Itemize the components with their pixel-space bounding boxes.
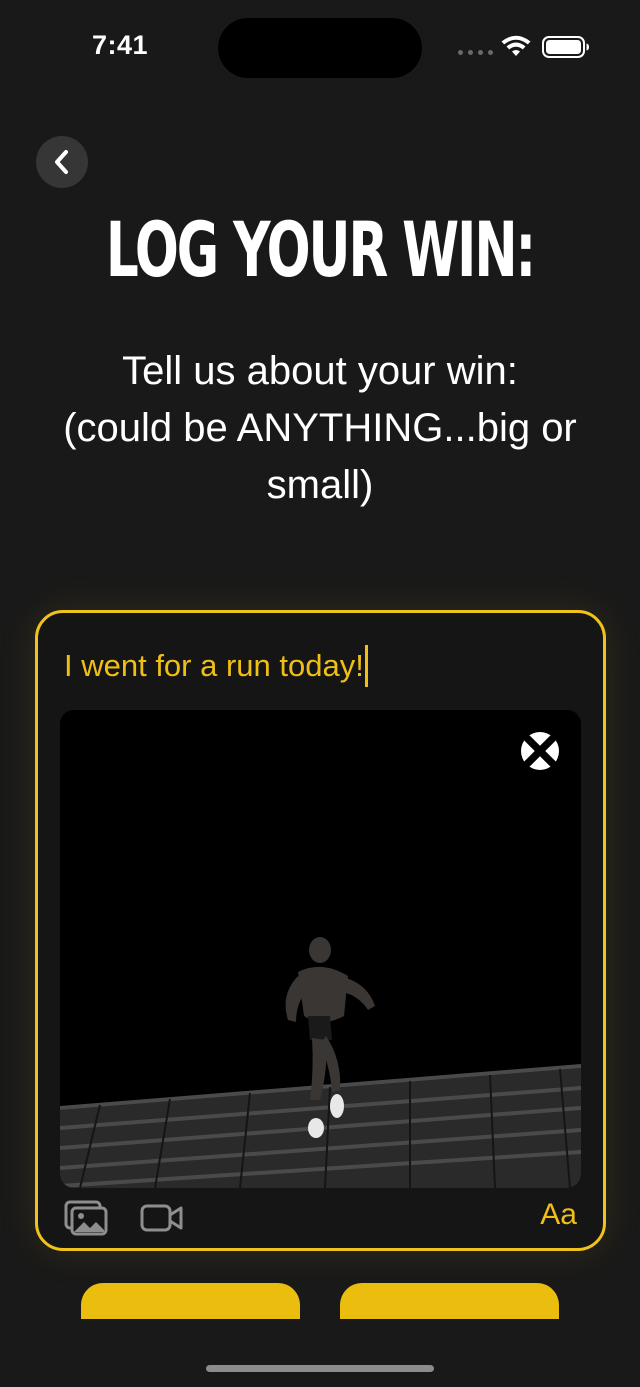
close-icon [523, 734, 557, 768]
card-toolbar: Aa [38, 1198, 603, 1242]
win-text-input[interactable]: I went for a run today! [64, 643, 368, 689]
back-icon [55, 150, 68, 174]
win-entry-card: I went for a run today! Aa [35, 610, 606, 1251]
photo-library-icon[interactable] [64, 1200, 108, 1236]
battery-icon [542, 36, 589, 58]
page-subtitle: Tell us about your win: (could be ANYTHI… [63, 349, 577, 507]
text-style-button[interactable]: Aa [540, 1198, 577, 1232]
dynamic-island [218, 18, 422, 78]
page-title: LOG YOUR WIN: [105, 205, 536, 294]
status-time: 7:41 [91, 30, 149, 60]
wifi-icon [501, 35, 531, 56]
home-indicator[interactable] [206, 1365, 434, 1372]
attached-photo [60, 710, 581, 1188]
text-cursor [364, 645, 368, 687]
bottom-action-button-left[interactable] [81, 1283, 300, 1319]
cellular-signal-icon [458, 50, 493, 55]
video-icon[interactable] [140, 1202, 184, 1234]
back-button[interactable] [36, 136, 88, 188]
runner-photo [60, 710, 581, 1188]
win-text-value: I went for a run today! [64, 648, 364, 683]
remove-photo-button[interactable] [521, 732, 559, 770]
status-bar: 7:41 [0, 0, 640, 96]
bottom-action-button-right[interactable] [340, 1283, 559, 1319]
